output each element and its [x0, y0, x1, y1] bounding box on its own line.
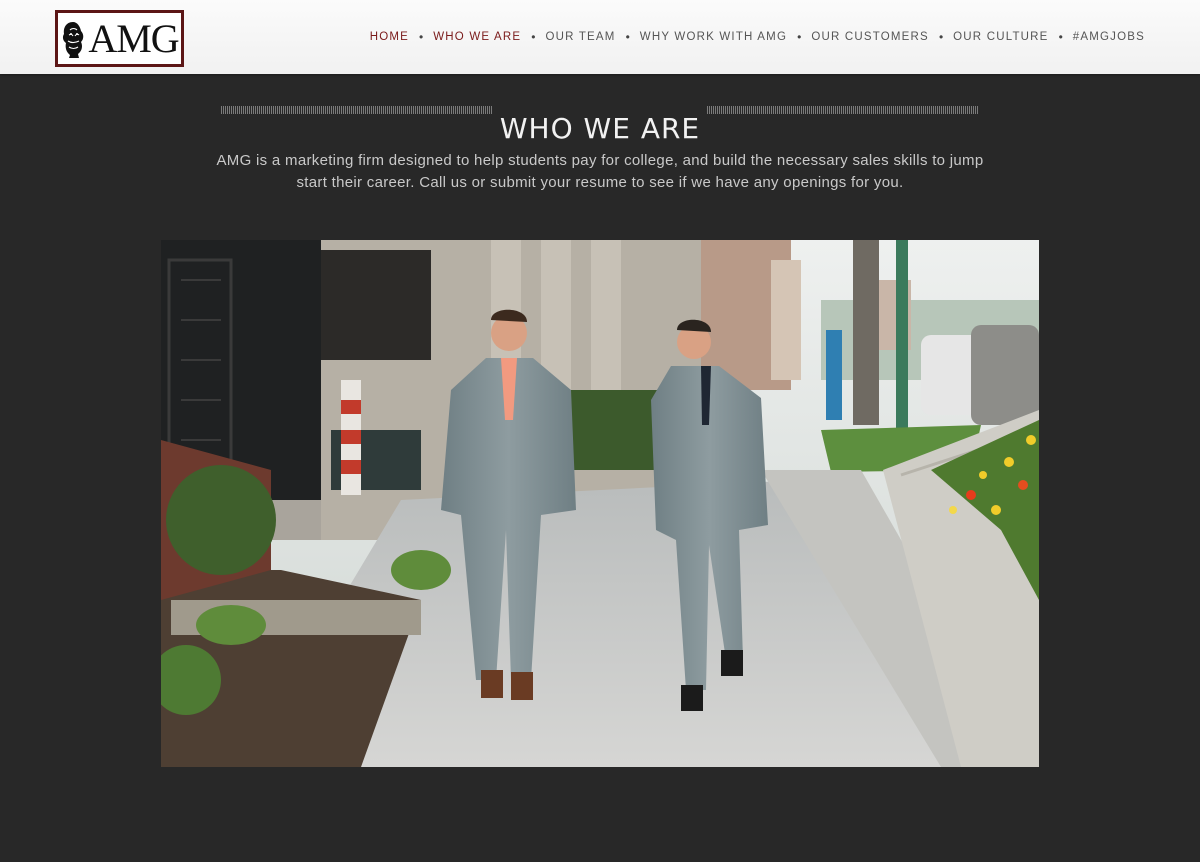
nav-separator: •	[1058, 30, 1063, 44]
nav-our-culture[interactable]: OUR CULTURE	[953, 31, 1048, 43]
logo-text: AMG	[88, 15, 179, 61]
nav-separator: •	[797, 30, 802, 44]
section-title: WHO WE ARE	[499, 111, 701, 145]
nav-separator: •	[531, 30, 536, 44]
nav-amgjobs[interactable]: #AMGJOBS	[1073, 31, 1145, 43]
nav-separator: •	[419, 30, 424, 44]
section-title-row: WHO WE ARE	[221, 92, 979, 145]
team-photo	[161, 240, 1039, 767]
nav-our-team[interactable]: OUR TEAM	[545, 31, 615, 43]
lion-icon	[63, 21, 84, 58]
nav-home[interactable]: HOME	[370, 31, 409, 43]
nav-separator: •	[938, 30, 944, 44]
amg-logo[interactable]: AMG	[55, 10, 184, 67]
nav-who-we-are[interactable]: WHO WE ARE	[433, 31, 521, 43]
site-header: AMG HOME • WHO WE ARE • OUR TEAM • WHY W…	[0, 0, 1200, 74]
title-divider-right	[707, 106, 979, 114]
intro-text: AMG is a marketing firm designed to help…	[216, 152, 984, 191]
main-nav: HOME • WHO WE ARE • OUR TEAM • WHY WORK …	[370, 28, 1145, 46]
title-divider-left	[221, 106, 493, 114]
nav-why-work-with-amg[interactable]: WHY WORK WITH AMG	[640, 31, 787, 43]
nav-separator: •	[625, 30, 630, 44]
nav-our-customers[interactable]: OUR CUSTOMERS	[811, 31, 929, 43]
